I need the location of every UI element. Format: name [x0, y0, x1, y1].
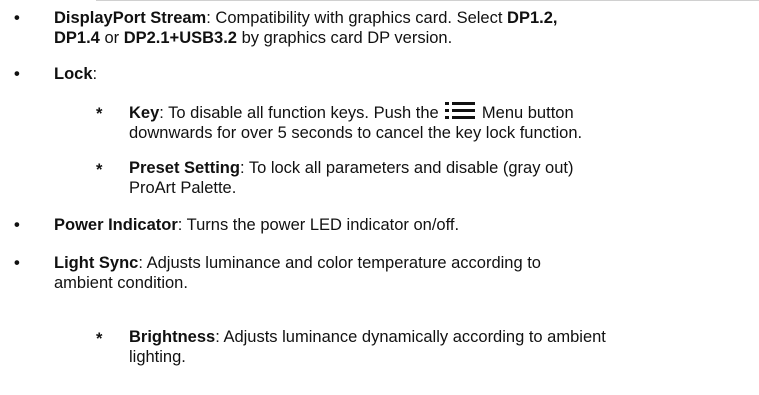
sub-item-desc: : Adjusts luminance dynamically accordin…: [215, 328, 606, 346]
sub-item-text: Key: To disable all function keys. Push …: [129, 102, 759, 143]
sub-item-brightness: * Brightness: Adjusts luminance dynamica…: [0, 327, 759, 369]
sub-item-term: Preset Setting: [129, 159, 240, 177]
sub-item-desc-line2: ProArt Palette.: [129, 179, 237, 197]
bullet: •: [14, 254, 20, 272]
item-text: DisplayPort Stream: Compatibility with g…: [54, 8, 744, 48]
option-dp14: DP1.4: [54, 29, 100, 47]
list-item-displayport-stream: • DisplayPort Stream: Compatibility with…: [0, 8, 759, 50]
list-item-lock: • Lock:: [0, 64, 759, 84]
item-desc: : Adjusts luminance and color temperatur…: [138, 254, 541, 272]
sub-item-text: Brightness: Adjusts luminance dynamicall…: [129, 327, 759, 367]
item-term: Lock: [54, 65, 93, 83]
item-desc: : Compatibility with graphics card. Sele…: [206, 9, 508, 27]
item-desc-or: or: [99, 29, 124, 47]
sub-item-key: * Key: To disable all function keys. Pus…: [0, 102, 759, 144]
item-desc: : Turns the power LED indicator on/off.: [177, 216, 460, 234]
sub-item-text: Preset Setting: To lock all parameters a…: [129, 158, 759, 198]
sub-item-desc-line2: lighting.: [129, 348, 186, 366]
item-text: Lock:: [54, 64, 744, 84]
menu-icon: [445, 102, 476, 120]
bullet: •: [14, 216, 20, 234]
item-desc-line2: ambient condition.: [54, 274, 188, 292]
item-colon: :: [92, 65, 98, 83]
sub-item-desc-line2: downwards for over 5 seconds to cancel t…: [129, 124, 583, 142]
sub-item-preset-setting: * Preset Setting: To lock all parameters…: [0, 158, 759, 200]
sub-item-term: Key: [129, 104, 160, 122]
list-item-power-indicator: • Power Indicator: Turns the power LED i…: [0, 215, 759, 235]
sub-item-desc-cont: Menu button: [477, 104, 574, 122]
option-dp12: DP1.2,: [507, 9, 558, 27]
sub-bullet-star: *: [96, 330, 103, 348]
sub-item-desc: : To lock all parameters and disable (gr…: [239, 159, 574, 177]
top-divider-line: [96, 0, 759, 1]
option-dp21-usb32: DP2.1+USB3.2: [123, 29, 237, 47]
sub-bullet-star: *: [96, 161, 103, 179]
sub-item-term: Brightness: [129, 328, 216, 346]
sub-item-desc: : To disable all function keys. Push the: [159, 104, 444, 122]
bullet: •: [14, 9, 20, 27]
item-desc-end: by graphics card DP version.: [236, 29, 453, 47]
item-term: Power Indicator: [54, 216, 178, 234]
sub-bullet-star: *: [96, 105, 103, 123]
item-term: Light Sync: [54, 254, 139, 272]
item-text: Power Indicator: Turns the power LED ind…: [54, 215, 744, 235]
bullet: •: [14, 65, 20, 83]
item-text: Light Sync: Adjusts luminance and color …: [54, 253, 744, 293]
list-item-light-sync: • Light Sync: Adjusts luminance and colo…: [0, 253, 759, 295]
item-term: DisplayPort Stream: [54, 9, 207, 27]
